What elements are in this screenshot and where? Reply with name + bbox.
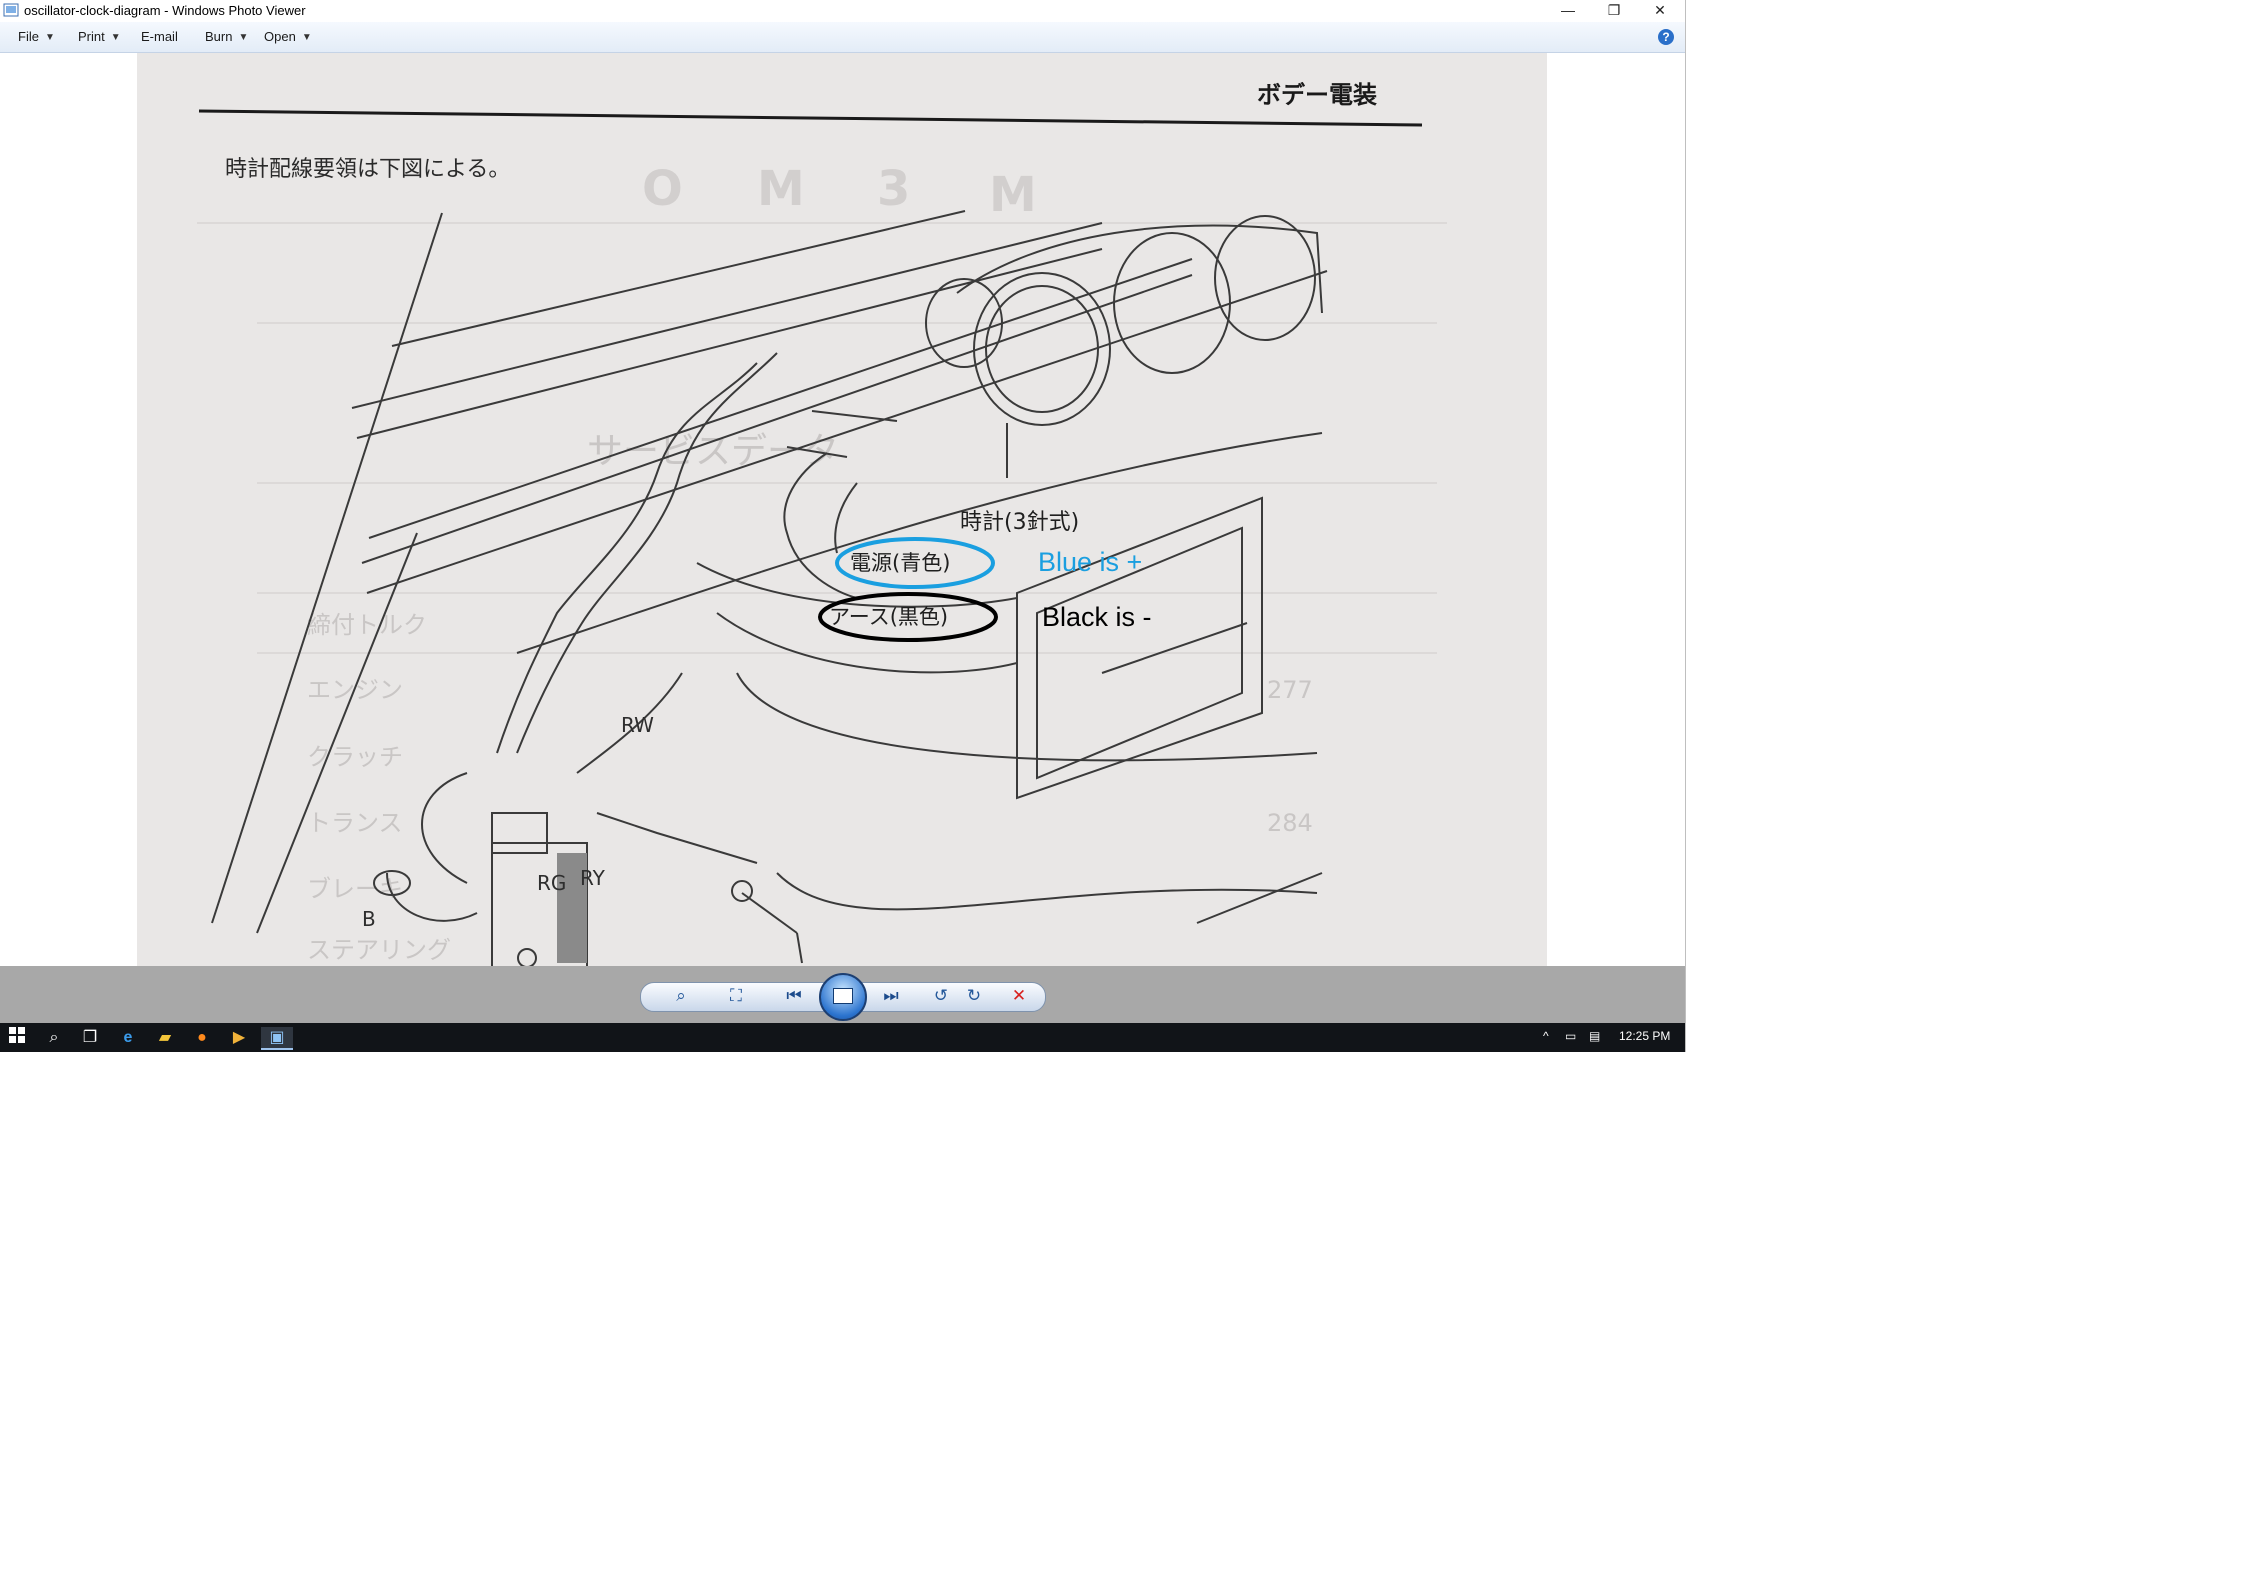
media-app-icon: ▶ [232, 1029, 246, 1046]
black-negative-note: Black is - [1042, 602, 1152, 632]
menu-open[interactable]: Open ▼ [264, 28, 312, 46]
slideshow-icon [833, 988, 853, 1004]
intro-text: 時計配線要領は下図による。 [225, 157, 510, 182]
rotate-counterclockwise-icon: ↺ [933, 986, 949, 1005]
photo-viewer-icon: ▣ [269, 1029, 285, 1046]
task-view-icon: ❐ [82, 1029, 98, 1046]
bleed-letter: M [989, 167, 1037, 223]
taskbar-clock[interactable]: 12:25 PM [1619, 1029, 1670, 1043]
bleed-text: ステアリング [307, 936, 451, 964]
chevron-down-icon: ▼ [238, 31, 249, 43]
bleed-letter: 3 [877, 161, 910, 217]
taskbar: ⌕ ❐ e ▰ ● ▶ ▣ ^ ▭ ▤ 12:25 PM [0, 1023, 1685, 1052]
menu-burn[interactable]: Burn ▼ [205, 28, 248, 46]
edge-browser-icon: e [123, 1029, 133, 1046]
previous-icon: ⏮ [786, 986, 802, 1005]
menu-file-label: File [18, 29, 39, 44]
bleed-text: 277 [1267, 676, 1313, 704]
fit-window-icon: ⛶ [730, 986, 742, 1005]
taskbar-media-app[interactable]: ▶ [228, 1027, 250, 1048]
firefox-icon: ● [197, 1029, 207, 1046]
blue-positive-note: Blue is + [1038, 547, 1142, 577]
header-rule [198, 109, 1423, 127]
search-icon: ⌕ [49, 1029, 59, 1046]
previous-button[interactable]: ⏮ [781, 985, 807, 1007]
rotate-cw-button[interactable]: ↻ [961, 985, 987, 1007]
folder-icon: ▰ [158, 1029, 172, 1046]
bleed-text: トランス [307, 809, 403, 837]
menu-email[interactable]: E-mail [141, 28, 178, 46]
actual-size-button[interactable]: ⛶ [723, 985, 749, 1007]
bleed-text: クラッチ [307, 743, 403, 771]
bleed-text: 締付トルク [307, 611, 427, 639]
minimize-button[interactable]: — [1545, 0, 1591, 22]
wire-label-b: B [362, 907, 376, 931]
tray-overflow-button[interactable]: ^ [1543, 1029, 1549, 1043]
slideshow-button[interactable] [819, 973, 867, 1021]
restore-button[interactable]: ❐ [1591, 0, 1637, 22]
windows-logo-icon [9, 1027, 25, 1043]
delete-icon: ✕ [1011, 986, 1027, 1005]
chevron-down-icon: ▼ [110, 31, 121, 43]
image-viewport: 締付トルク エンジン クラッチ トランス ブレーキ ステアリング 277 284… [0, 53, 1685, 966]
ground-wire-label: アース(黒色) [829, 605, 948, 629]
wire-label-ry: RY [580, 866, 606, 890]
menu-email-label: E-mail [141, 29, 178, 44]
scanned-diagram-image: 締付トルク エンジン クラッチ トランス ブレーキ ステアリング 277 284… [137, 53, 1547, 966]
wire-label-rg: RG [537, 871, 566, 895]
wire-label-rw: RW [621, 713, 654, 737]
window-title: oscillator-clock-diagram - Windows Photo… [24, 3, 306, 18]
notification-icon: ▤ [1589, 1029, 1601, 1043]
zoom-button[interactable]: ⌕ [668, 985, 694, 1007]
menu-print[interactable]: Print ▼ [78, 28, 121, 46]
chevron-up-icon: ^ [1543, 1029, 1549, 1043]
magnifier-icon: ⌕ [676, 986, 686, 1005]
bleed-letter: O [642, 161, 683, 217]
taskbar-photo-viewer[interactable]: ▣ [261, 1027, 293, 1050]
page-header: ボデー電装 [1257, 81, 1377, 109]
menu-bar: File ▼ Print ▼ E-mail Burn ▼ Open ▼ [0, 22, 1685, 53]
network-icon: ▭ [1565, 1029, 1577, 1043]
taskbar-firefox[interactable]: ● [191, 1027, 213, 1048]
delete-button[interactable]: ✕ [1006, 985, 1032, 1007]
bleed-text: 284 [1267, 809, 1313, 837]
menu-burn-label: Burn [205, 29, 233, 44]
power-wire-label: 電源(青色) [850, 551, 950, 575]
title-bar: oscillator-clock-diagram - Windows Photo… [0, 0, 1685, 22]
task-view-button[interactable]: ❐ [79, 1027, 101, 1048]
next-button[interactable]: ⏭ [878, 985, 904, 1007]
taskbar-file-explorer[interactable]: ▰ [154, 1027, 176, 1048]
bleed-letter: M [757, 161, 805, 217]
bleed-through-letters: O M 3 M [642, 161, 1037, 223]
photo-viewer-app-icon [3, 3, 19, 17]
notifications-button[interactable]: ▤ [1589, 1029, 1600, 1043]
chevron-down-icon: ▼ [44, 31, 55, 43]
menu-open-label: Open [264, 29, 296, 44]
photo-viewer-window: oscillator-clock-diagram - Windows Photo… [0, 0, 1686, 1052]
start-button[interactable] [6, 1027, 28, 1048]
wiring-diagram: 締付トルク エンジン クラッチ トランス ブレーキ ステアリング 277 284… [197, 81, 1447, 966]
menu-file[interactable]: File ▼ [18, 28, 55, 46]
chevron-down-icon: ▼ [301, 31, 312, 43]
close-button[interactable]: ✕ [1637, 0, 1683, 22]
network-button[interactable]: ▭ [1565, 1029, 1576, 1043]
help-icon[interactable]: ? [1658, 29, 1674, 45]
bleed-text: ブレーキ [307, 875, 403, 903]
menu-print-label: Print [78, 29, 105, 44]
search-button[interactable]: ⌕ [43, 1027, 65, 1048]
rotate-ccw-button[interactable]: ↺ [928, 985, 954, 1007]
taskbar-edge[interactable]: e [117, 1027, 139, 1048]
dashboard-line-art [211, 210, 1328, 966]
rotate-clockwise-icon: ↻ [966, 986, 982, 1005]
next-icon: ⏭ [883, 986, 899, 1005]
bleed-through-text: 締付トルク エンジン クラッチ トランス ブレーキ ステアリング 277 284… [307, 431, 1313, 964]
clock-label: 時計(3針式) [960, 510, 1079, 535]
